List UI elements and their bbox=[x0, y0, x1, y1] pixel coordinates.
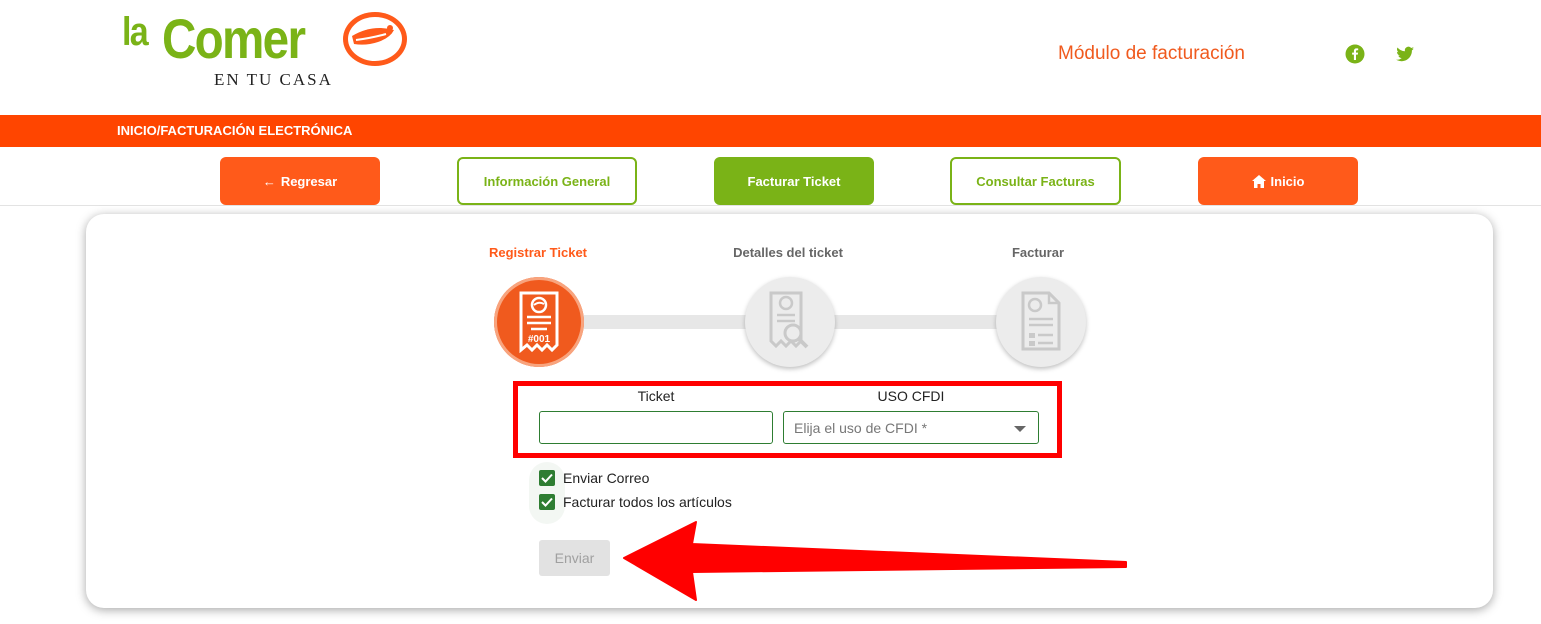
arrow-left-icon: ← bbox=[262, 173, 276, 189]
logo-comer-text: Comer bbox=[162, 7, 306, 70]
invoice-all-label: Facturar todos los artículos bbox=[563, 494, 732, 510]
logo-subtitle: EN TU CASA bbox=[214, 70, 333, 89]
back-button-label: Regresar bbox=[280, 173, 338, 189]
twitter-icon[interactable] bbox=[1395, 44, 1415, 64]
step-label-details: Detalles del ticket bbox=[733, 245, 843, 260]
pelican-logo-icon bbox=[343, 12, 407, 66]
nav-divider bbox=[0, 205, 1541, 206]
annotation-arrow-icon bbox=[623, 521, 1127, 601]
invoice-document-icon bbox=[1021, 291, 1061, 351]
svg-text:#001: #001 bbox=[528, 334, 551, 345]
checkmark-icon bbox=[541, 473, 553, 483]
query-invoices-button[interactable]: Consultar Facturas bbox=[950, 157, 1121, 205]
query-invoices-label: Consultar Facturas bbox=[976, 173, 1095, 189]
send-email-checkbox[interactable] bbox=[539, 470, 555, 486]
back-button[interactable]: ← Regresar bbox=[220, 157, 380, 205]
home-button-label: Inicio bbox=[1270, 173, 1305, 189]
annotation-highlight-box bbox=[513, 381, 1062, 458]
ticket-search-icon bbox=[769, 291, 809, 349]
send-email-checkbox-row[interactable]: Enviar Correo bbox=[539, 470, 649, 486]
invoice-ticket-button[interactable]: Facturar Ticket bbox=[714, 157, 874, 205]
breadcrumb-bar: INICIO/FACTURACIÓN ELECTRÓNICA bbox=[0, 115, 1541, 147]
send-email-label: Enviar Correo bbox=[563, 470, 650, 486]
module-title: Módulo de facturación bbox=[1058, 43, 1245, 64]
home-icon bbox=[1251, 174, 1266, 188]
step-label-invoice: Facturar bbox=[1011, 245, 1065, 260]
step-invoice bbox=[996, 277, 1086, 367]
breadcrumb: INICIO/FACTURACIÓN ELECTRÓNICA bbox=[117, 123, 353, 138]
lacomer-logo[interactable]: la Comer EN TU CASA bbox=[120, 6, 420, 96]
step-register: #001 bbox=[494, 277, 584, 367]
step-details bbox=[745, 277, 835, 367]
facebook-icon[interactable] bbox=[1345, 44, 1365, 64]
general-info-button[interactable]: Información General bbox=[457, 157, 637, 205]
step-label-register: Registrar Ticket bbox=[488, 245, 588, 260]
invoice-all-checkbox-row[interactable]: Facturar todos los artículos bbox=[539, 494, 732, 510]
invoice-all-checkbox[interactable] bbox=[539, 494, 555, 510]
general-info-label: Información General bbox=[483, 173, 611, 189]
step-connector bbox=[830, 315, 1000, 329]
home-button[interactable]: Inicio bbox=[1198, 157, 1358, 205]
step-connector bbox=[580, 315, 750, 329]
logo-la-text: la bbox=[122, 10, 149, 54]
checkmark-icon bbox=[541, 497, 553, 507]
invoice-ticket-label: Facturar Ticket bbox=[747, 173, 841, 189]
ticket-icon: #001 bbox=[519, 291, 559, 353]
